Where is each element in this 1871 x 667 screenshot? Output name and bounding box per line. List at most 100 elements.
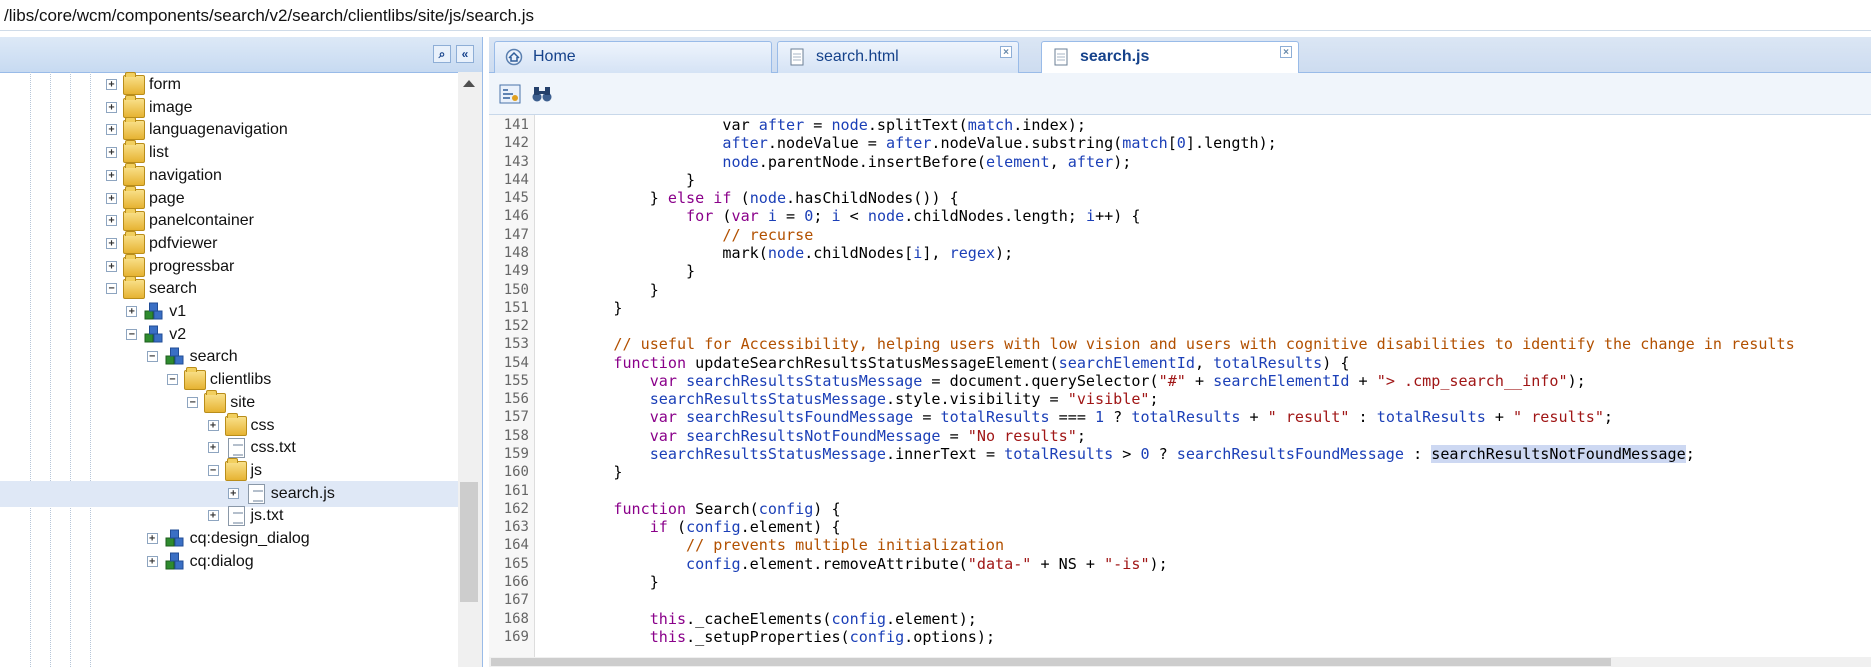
close-icon[interactable]: × — [1280, 46, 1292, 58]
expand-icon[interactable]: + — [146, 555, 158, 567]
code-token: node — [722, 152, 759, 171]
expand-icon[interactable]: + — [106, 124, 117, 136]
tree-node-label: v2 — [169, 325, 187, 343]
collapse-icon[interactable]: − — [146, 351, 158, 363]
code-token: node — [831, 116, 868, 134]
code-line: mark(node.childNodes[i], regex); — [577, 244, 1013, 262]
code-token: .options); — [904, 627, 996, 646]
tab-search-js-label: search.js — [1080, 48, 1150, 65]
tree-node-label: js.txt — [250, 507, 284, 525]
component-icon — [165, 347, 184, 365]
collapse-icon[interactable]: − — [126, 328, 138, 340]
expand-icon[interactable]: + — [106, 101, 117, 113]
expand-icon[interactable]: + — [207, 510, 219, 522]
code-line: var searchResultsFoundMessage = totalRes… — [577, 408, 1613, 426]
tree-node-label: page — [149, 189, 185, 207]
code-token: element — [985, 152, 1050, 171]
code-line: var searchResultsStatusMessage = documen… — [577, 372, 1586, 390]
code-token: config — [849, 627, 905, 646]
code-token: searchResultsStatusMessage — [649, 390, 886, 409]
find-binoculars-icon[interactable] — [531, 84, 553, 104]
code-token: this — [649, 627, 687, 646]
expand-icon[interactable]: + — [106, 237, 117, 249]
expand-icon[interactable]: + — [207, 419, 219, 431]
expand-icon[interactable]: + — [106, 192, 117, 204]
collapse-icon[interactable]: − — [166, 374, 178, 386]
code-line: function updateSearchResultsStatusMessag… — [577, 354, 1349, 372]
code-line: } — [577, 573, 659, 591]
expand-icon[interactable]: + — [106, 215, 117, 227]
folder-icon — [123, 276, 145, 300]
collapse-icon[interactable]: − — [207, 464, 219, 476]
line-number: 160 — [503, 464, 529, 481]
code-token: if — [649, 518, 668, 537]
code-editor[interactable]: 141 142 143 144 145 146 147 148 149 150 151 152 153 1… — [489, 115, 1871, 657]
component-icon — [144, 302, 163, 320]
tree-scrollbar[interactable] — [458, 72, 482, 667]
code-line: searchResultsStatusMessage.style.visibil… — [577, 390, 1159, 408]
code-token: " result" — [1267, 408, 1350, 427]
code-line: this._setupProperties(config.options); — [577, 628, 995, 646]
folder-icon — [123, 162, 145, 186]
file-icon — [227, 506, 245, 527]
code-line: this._cacheElements(config.element); — [577, 610, 977, 628]
expand-icon[interactable]: + — [106, 79, 117, 90]
collapse-icon[interactable]: − — [106, 283, 117, 295]
code-token: node — [867, 207, 905, 226]
code-line: // useful for Accessibility, helping use… — [577, 335, 1795, 354]
code-token: var — [649, 426, 677, 445]
code-token: // useful for Accessibility, helping use… — [613, 335, 1795, 354]
code-token: searchResultsFoundMessage — [686, 408, 914, 427]
collapse-icon[interactable]: − — [187, 396, 199, 408]
close-icon[interactable]: × — [1000, 46, 1012, 58]
code-token: config — [831, 609, 886, 628]
expand-icon[interactable]: + — [106, 169, 117, 181]
tab-home[interactable]: Home — [494, 41, 772, 73]
collapse-panel-icon[interactable]: « — [456, 45, 474, 63]
tab-search-html[interactable]: search.html × — [777, 41, 1019, 73]
scroll-up-icon[interactable] — [463, 80, 475, 87]
code-token: ); — [1567, 371, 1586, 390]
code-token: + NS + — [1031, 554, 1105, 573]
code-token: ; — [1685, 445, 1695, 464]
expand-icon[interactable]: + — [126, 306, 138, 317]
search-tree-icon[interactable]: ⌕ — [433, 45, 451, 63]
folder-icon — [123, 208, 145, 232]
tree-scroll-thumb[interactable] — [460, 482, 478, 602]
component-icon — [144, 325, 163, 343]
code-token: ); — [1149, 554, 1168, 573]
code-line: node.parentNode.insertBefore(element, af… — [577, 153, 1131, 171]
expand-icon[interactable]: + — [106, 147, 117, 159]
code-token: : — [1403, 445, 1432, 464]
tree-node-label: v1 — [169, 303, 187, 320]
tree-node-cq-dialog[interactable]: + cq:dialog — [0, 549, 458, 575]
code-token: // recurse — [722, 225, 814, 244]
file-icon — [227, 438, 245, 459]
code-token: ++) { — [1095, 207, 1141, 226]
code-token: i — [913, 243, 923, 262]
format-code-icon[interactable] — [499, 84, 521, 104]
editor-scroll-thumb[interactable] — [491, 658, 1611, 666]
expand-icon[interactable]: + — [227, 487, 239, 499]
line-number: 144 — [503, 171, 529, 188]
code-token: ? — [1104, 408, 1132, 427]
expand-icon[interactable]: + — [106, 260, 117, 272]
code-token: = — [776, 207, 805, 226]
expand-icon[interactable]: + — [207, 442, 219, 454]
code-token: < — [840, 207, 868, 226]
expand-icon[interactable]: + — [146, 533, 158, 544]
editor-horizontal-scrollbar[interactable] — [489, 657, 1871, 667]
code-token: mark( — [577, 243, 768, 262]
code-token: .childNodes.length; — [904, 207, 1086, 226]
tree-body: + form + image + languagenavigation + list + navi… — [0, 72, 458, 667]
code-line: if (config.element) { — [577, 518, 841, 536]
file-icon — [1054, 48, 1068, 66]
tab-search-js[interactable]: search.js × — [1041, 41, 1299, 74]
code-token: .hasChildNodes()) { — [786, 189, 959, 208]
